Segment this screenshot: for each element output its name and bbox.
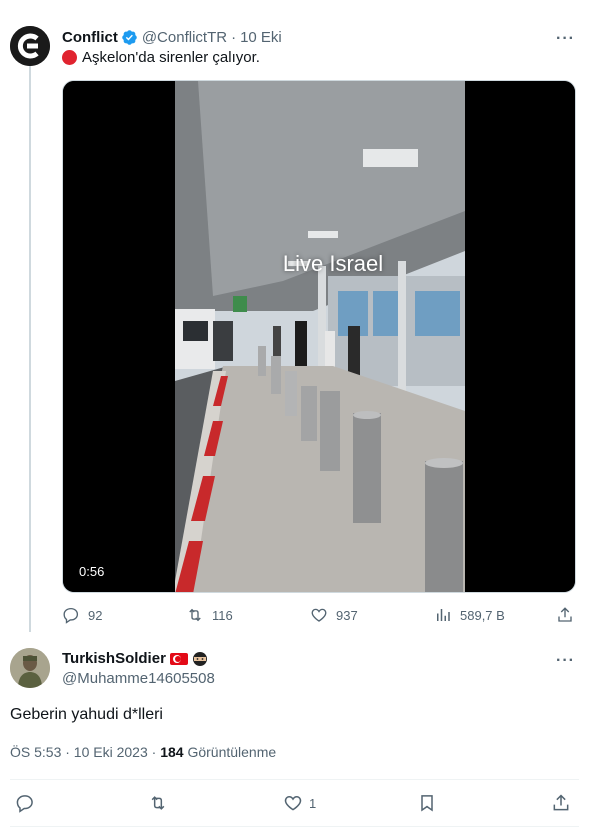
avatar[interactable]: [10, 648, 50, 688]
red-circle-emoji-icon: [62, 50, 77, 65]
like-count: 1: [309, 795, 317, 811]
tweet-header: Conflict @ConflictTR · 10 Eki: [62, 27, 282, 47]
reply-icon: [16, 795, 33, 813]
conflict-logo-icon: [10, 26, 50, 66]
reply-button[interactable]: 92: [62, 606, 102, 624]
author-handle[interactable]: @Muhamme14605508: [62, 670, 215, 687]
verified-badge-icon[interactable]: [121, 29, 138, 46]
retweet-icon: [189, 608, 201, 622]
reply-meta: ÖS 5:53 · 10 Eki 2023 · 184 Görüntülenme: [10, 744, 276, 760]
ninja-emoji-icon: [192, 651, 208, 667]
reply-actions: 1: [0, 793, 595, 815]
bookmark-button[interactable]: [417, 793, 437, 813]
author-handle[interactable]: @ConflictTR: [142, 29, 227, 46]
video-frame: [63, 81, 575, 592]
author-name[interactable]: TurkishSoldier: [62, 650, 166, 667]
divider: [10, 779, 579, 780]
bookmark-icon: [421, 795, 433, 812]
retweet-button[interactable]: [148, 793, 168, 813]
share-icon: [558, 607, 572, 622]
more-options-icon[interactable]: ···: [556, 652, 575, 670]
avatar[interactable]: [10, 26, 50, 66]
tweet-time[interactable]: 10 Eki: [240, 29, 282, 46]
divider: [10, 826, 579, 827]
reply-text: Geberin yahudi d*lleri: [10, 706, 163, 723]
video-caption: Live Israel: [282, 251, 384, 276]
tweet-text-body: Aşkelon'da sirenler çalıyor.: [82, 49, 260, 66]
retweet-button[interactable]: 116: [186, 606, 233, 624]
like-button[interactable]: 937: [310, 606, 358, 624]
reply-header: TurkishSoldier: [62, 650, 208, 667]
heart-icon: [311, 608, 327, 622]
reply-icon: [63, 607, 79, 624]
views-chart-icon: [437, 609, 450, 621]
reply-timestamp[interactable]: ÖS 5:53 · 10 Eki 2023 ·: [10, 744, 156, 760]
tweet-actions: 92 116 937 589,7 B: [62, 606, 576, 626]
video-duration: 0:56: [79, 564, 105, 579]
reply-count: 92: [88, 607, 103, 623]
author-name[interactable]: Conflict: [62, 29, 118, 46]
video-player[interactable]: Live Israel 0:56: [62, 80, 576, 593]
share-icon: [553, 794, 569, 811]
separator-dot: ·: [231, 28, 237, 46]
share-button[interactable]: [551, 793, 571, 813]
like-count: 937: [336, 607, 358, 623]
like-button[interactable]: 1: [283, 793, 316, 813]
views-label: Görüntülenme: [187, 744, 277, 760]
tweet-text: Aşkelon'da sirenler çalıyor.: [62, 49, 260, 66]
reply-button[interactable]: [15, 793, 35, 813]
retweet-icon: [151, 796, 165, 810]
soldier-avatar-icon: [10, 648, 50, 688]
views-button[interactable]: 589,7 B: [434, 606, 505, 624]
heart-icon: [284, 795, 302, 811]
views-count: 589,7 B: [460, 607, 505, 623]
share-button[interactable]: [556, 606, 574, 624]
retweet-count: 116: [212, 607, 233, 623]
thread-connector-line: [29, 66, 31, 632]
views-count: 184: [160, 744, 184, 760]
turkey-flag-icon: [169, 652, 188, 665]
more-options-icon[interactable]: ···: [556, 30, 575, 48]
